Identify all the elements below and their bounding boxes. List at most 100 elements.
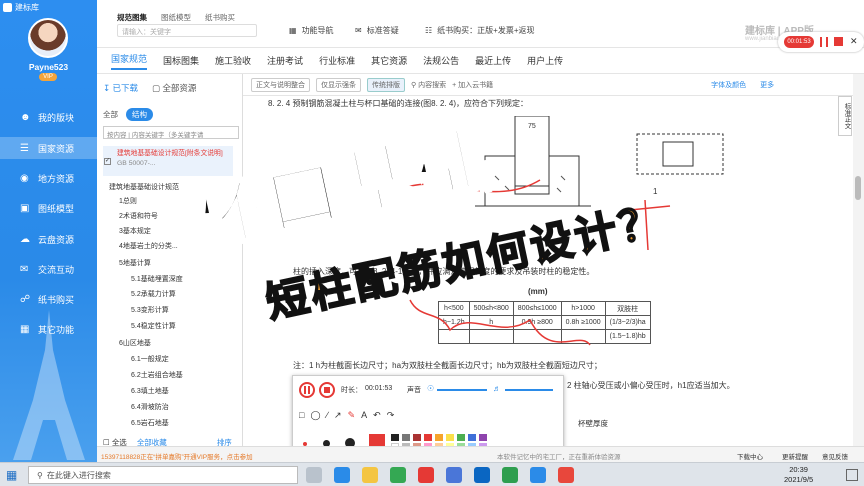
text-tool-icon[interactable]: A bbox=[361, 410, 367, 421]
more-button[interactable]: 更多 bbox=[760, 80, 774, 90]
tree-node[interactable]: 6.3填土地基 bbox=[131, 386, 169, 396]
menu-recent[interactable]: 最近上传 bbox=[475, 54, 511, 67]
menu-national[interactable]: 国家规范 bbox=[111, 52, 148, 70]
undo-icon[interactable]: ↶ bbox=[373, 410, 381, 421]
stop-button[interactable] bbox=[319, 382, 335, 398]
avatar[interactable] bbox=[28, 18, 68, 58]
menu-law[interactable]: 法规公告 bbox=[423, 54, 459, 67]
tree-node[interactable]: 3基本规定 bbox=[119, 226, 151, 236]
nav-function[interactable]: ▦ 功能导航 bbox=[289, 25, 334, 36]
tree-node[interactable]: 5.3变形计算 bbox=[131, 305, 169, 315]
status-ticker[interactable]: 15397118828正在“拼单嘉购”开通VIP服务，点击参加 bbox=[101, 451, 253, 461]
app-icon-red[interactable] bbox=[418, 467, 434, 483]
tree-node[interactable]: 6.2土岩组合地基 bbox=[131, 370, 183, 380]
sidebar-item-local[interactable]: ◉ 地方资源 bbox=[0, 167, 97, 189]
all-resources-button[interactable]: ▢ 全部资源 bbox=[152, 82, 196, 94]
search-icon: ⚲ bbox=[37, 470, 43, 480]
mic-icon[interactable]: ☉ bbox=[427, 384, 434, 393]
redo-icon[interactable]: ↷ bbox=[387, 410, 395, 421]
resource-buttons: ↧ 已下载 ▢ 全部资源 bbox=[103, 82, 196, 94]
tree-node[interactable]: 6.1一般规定 bbox=[131, 354, 169, 364]
menu-atlas[interactable]: 国标图集 bbox=[163, 54, 199, 67]
sidebar-item-cloud[interactable]: ☁ 云盘资源 bbox=[0, 228, 97, 250]
menu-user-upload[interactable]: 用户上传 bbox=[527, 54, 563, 67]
downloaded-button[interactable]: ↧ 已下载 bbox=[103, 82, 138, 94]
system-clock[interactable]: 20:39 2021/9/5 bbox=[784, 465, 813, 485]
chrome-icon[interactable] bbox=[390, 467, 406, 483]
font-color-button[interactable]: 字体及颜色 bbox=[711, 80, 746, 90]
strong-only-toggle[interactable]: 仅显示强条 bbox=[316, 77, 361, 92]
side-tab-standard-text[interactable]: 标准正文 bbox=[838, 96, 852, 136]
pause-icon[interactable] bbox=[820, 37, 828, 47]
menu-exam[interactable]: 注册考试 bbox=[267, 54, 303, 67]
merge-toggle[interactable]: 正文与说明整合 bbox=[251, 77, 310, 92]
sidebar-item-national[interactable]: ☰ 国家资源 bbox=[0, 137, 97, 159]
jianbiaoku-icon[interactable] bbox=[530, 467, 546, 483]
download-center-link[interactable]: 下载中心 bbox=[737, 451, 763, 461]
tree-node[interactable]: 5.1基础埋置深度 bbox=[131, 274, 183, 284]
book-icon: ☷ bbox=[425, 26, 433, 35]
tree-node[interactable]: 5.2承载力计算 bbox=[131, 289, 176, 299]
edge-browser-icon[interactable] bbox=[334, 467, 350, 483]
tree-node[interactable]: 5地基计算 bbox=[119, 258, 151, 268]
cart-icon: ☍ bbox=[20, 293, 31, 305]
taskbar-search[interactable]: ⚲ 在此键入进行搜索 bbox=[28, 466, 298, 484]
windows-start-icon[interactable]: ▦ bbox=[6, 468, 17, 482]
search-input[interactable]: 请输入：关键字 bbox=[117, 24, 257, 37]
image-icon: ▣ bbox=[20, 202, 30, 214]
app-icon-blue[interactable] bbox=[446, 467, 462, 483]
tab-standards[interactable]: 规范图集 bbox=[117, 12, 147, 23]
pen-tool-icon[interactable]: ✎ bbox=[348, 410, 356, 421]
notification-icon[interactable] bbox=[846, 469, 858, 481]
feedback-link[interactable]: 意见反馈 bbox=[822, 451, 848, 461]
menu-construction[interactable]: 施工验收 bbox=[215, 54, 251, 67]
app-icon-green[interactable] bbox=[502, 467, 518, 483]
update-link[interactable]: 更新提醒 bbox=[782, 451, 808, 461]
vip-badge: VIP bbox=[39, 73, 57, 81]
menu-other[interactable]: 其它资源 bbox=[371, 54, 407, 67]
rec-time: 00:01:53 bbox=[784, 36, 814, 48]
mic-volume-slider[interactable] bbox=[437, 389, 487, 391]
file-explorer-icon[interactable] bbox=[362, 467, 378, 483]
app-title: 建标库 bbox=[3, 2, 39, 13]
content-filter[interactable]: 按内容 | 内容关键字（多关键字请 bbox=[103, 126, 239, 139]
speaker-volume-slider[interactable] bbox=[505, 389, 553, 391]
rect-tool-icon[interactable]: □ bbox=[299, 410, 304, 421]
qa-icon: ✉ bbox=[355, 26, 362, 35]
stop-icon[interactable] bbox=[834, 37, 843, 46]
add-cloud-button[interactable]: + 加入云书籍 bbox=[452, 80, 493, 90]
tree-node[interactable]: 6.4滑坡防治 bbox=[131, 402, 169, 412]
tree-node[interactable]: 6.5岩石地基 bbox=[131, 418, 169, 428]
speaker-icon[interactable]: ♬ bbox=[493, 384, 501, 393]
content-search-button[interactable]: ⚲ 内容搜索 bbox=[411, 80, 446, 90]
menu-industry[interactable]: 行业标准 bbox=[319, 54, 355, 67]
tree-node[interactable]: 5.4稳定性计算 bbox=[131, 321, 176, 331]
doc-scroll-thumb[interactable] bbox=[855, 176, 861, 200]
arrow-tool-icon[interactable]: ↗ bbox=[334, 410, 342, 421]
line-tool-icon[interactable]: ∕ bbox=[327, 410, 329, 421]
select-checkbox[interactable]: ✓ bbox=[104, 158, 111, 165]
recorder-app-icon[interactable] bbox=[558, 467, 574, 483]
ellipse-tool-icon[interactable]: ◯ bbox=[310, 410, 320, 421]
sidebar-item-drawings[interactable]: ▣ 图纸模型 bbox=[0, 197, 97, 219]
pause-button[interactable] bbox=[299, 382, 315, 398]
tree-node[interactable]: 建筑地基基础设计规范 bbox=[109, 182, 179, 192]
tree-node[interactable]: 6山区地基 bbox=[119, 338, 151, 348]
sidebar-item-buy[interactable]: ☍ 纸书购买 bbox=[0, 288, 97, 310]
sidebar-item-my[interactable]: ☻ 我的版块 bbox=[0, 106, 97, 128]
nav-buy[interactable]: ☷ 纸书购买：正版+发票+返现 bbox=[425, 25, 535, 36]
tab-buy[interactable]: 纸书购买 bbox=[205, 12, 235, 23]
nav-qa[interactable]: ✉ 标准答疑 bbox=[355, 25, 399, 36]
sidebar-item-chat[interactable]: ✉ 交流互动 bbox=[0, 258, 97, 280]
tab-drawings[interactable]: 图纸模型 bbox=[161, 12, 191, 23]
pill-structure[interactable]: 结构 bbox=[126, 108, 153, 121]
tree-node[interactable]: 1总则 bbox=[119, 196, 137, 206]
word-icon[interactable] bbox=[474, 467, 490, 483]
doc-scrollbar[interactable] bbox=[853, 74, 864, 462]
task-view-icon[interactable] bbox=[306, 467, 322, 483]
pill-all[interactable]: 全部 bbox=[103, 109, 118, 120]
tree-node[interactable]: 2术语和符号 bbox=[119, 211, 158, 221]
traditional-layout-toggle[interactable]: 传统排版 bbox=[367, 77, 405, 92]
tree-node[interactable]: 4地基岩土的分类... bbox=[119, 241, 178, 251]
close-icon[interactable]: ✕ bbox=[850, 36, 858, 47]
